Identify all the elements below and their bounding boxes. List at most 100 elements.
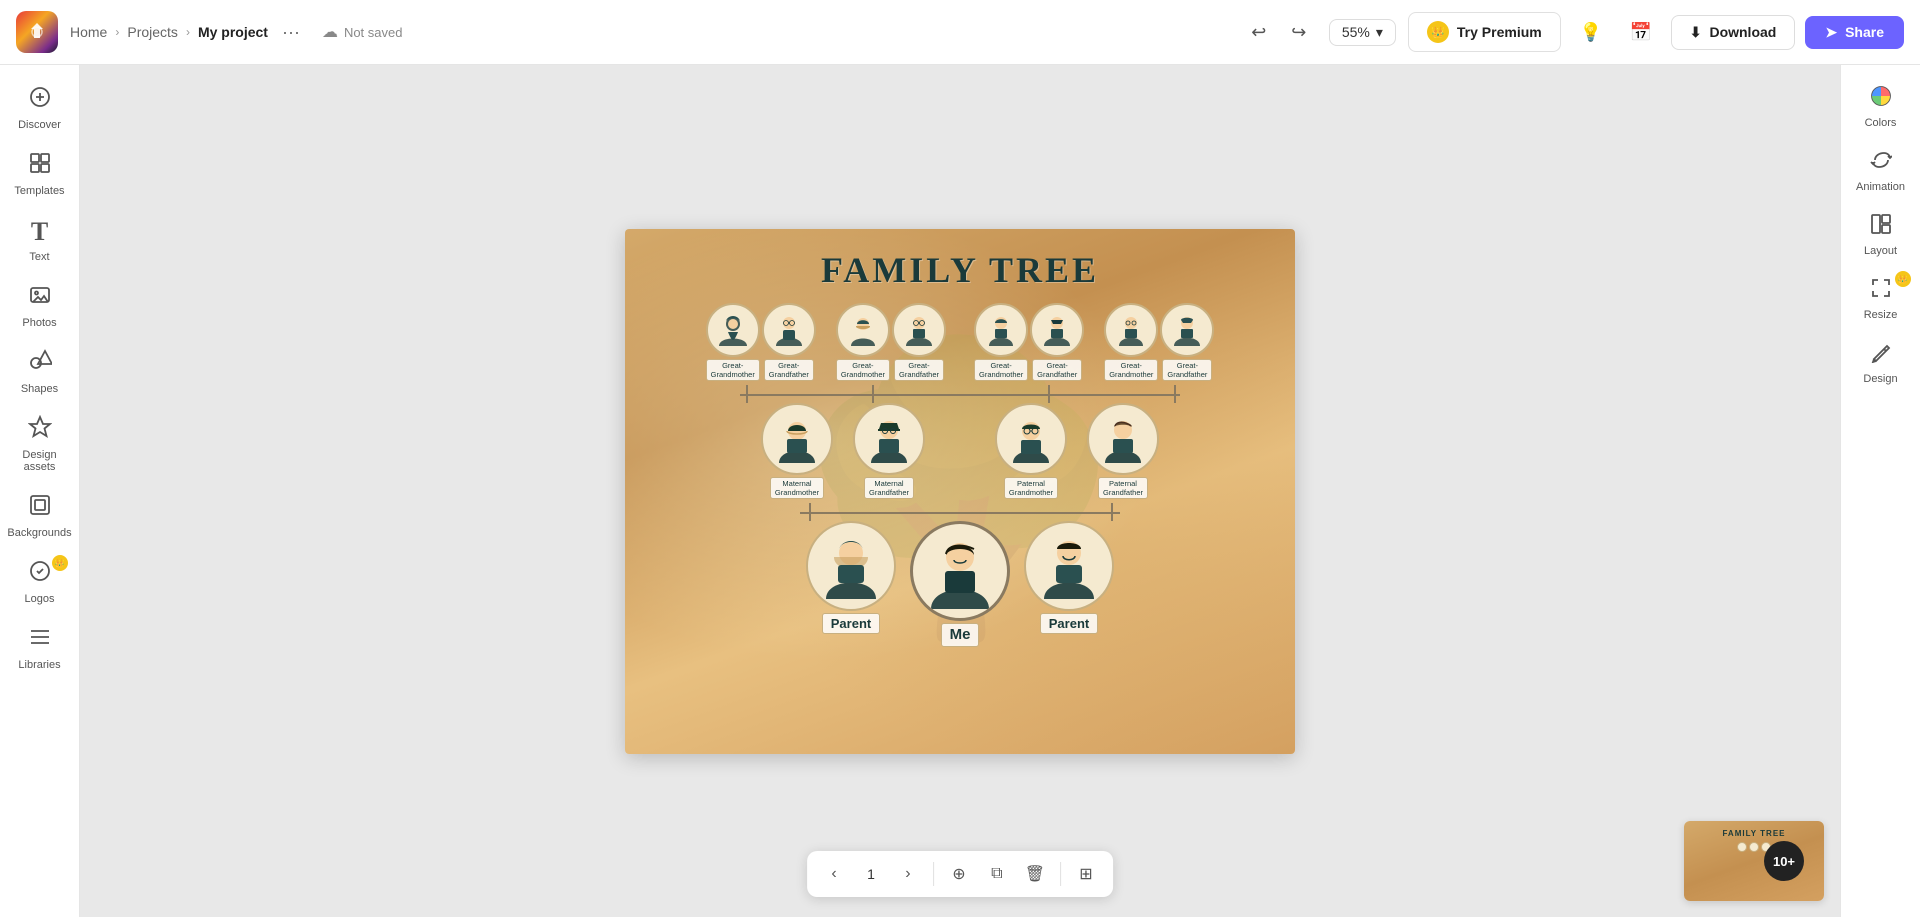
great-gf-2-circle: [892, 303, 946, 357]
next-page-button[interactable]: ›: [891, 857, 925, 891]
download-button[interactable]: ⬇ Download: [1671, 15, 1796, 50]
great-gm-3: Great-Grandmother: [974, 303, 1028, 381]
parent-right-label: Parent: [1040, 613, 1098, 635]
templates-icon: [28, 151, 52, 181]
maternal-gf-circle: [853, 403, 925, 475]
canvas-content[interactable]: 🌳 FAMILY TREE: [625, 229, 1295, 754]
great-gm-4-label: Great-Grandmother: [1104, 359, 1158, 381]
sidebar-item-logos[interactable]: 👑 Logos: [4, 551, 76, 613]
calendar-button[interactable]: 📅: [1621, 12, 1661, 52]
great-gm-1-circle: [706, 303, 760, 357]
sidebar-right-colors[interactable]: Colors: [1845, 77, 1917, 137]
sidebar-item-backgrounds[interactable]: Backgrounds: [4, 485, 76, 547]
cloud-icon: ☁: [322, 22, 338, 42]
add-page-button[interactable]: ⊕: [942, 857, 976, 891]
undo-button[interactable]: ↩: [1241, 14, 1277, 50]
zoom-chevron-icon: ▾: [1376, 24, 1383, 41]
great-gf-3-circle: [1030, 303, 1084, 357]
great-gf-3-label: Great-Grandfather: [1032, 359, 1082, 381]
delete-page-button[interactable]: 🗑: [1018, 857, 1052, 891]
breadcrumb-projects[interactable]: Projects: [127, 24, 178, 40]
more-options-button[interactable]: ···: [276, 20, 306, 45]
sidebar-right-resize[interactable]: 👑 Resize: [1845, 269, 1917, 329]
shapes-icon: [28, 349, 52, 379]
paternal-gm-circle: [995, 403, 1067, 475]
redo-button[interactable]: ↪: [1281, 14, 1317, 50]
design-assets-icon: [28, 415, 52, 445]
logos-label: Logos: [25, 593, 55, 605]
layout-label: Layout: [1864, 245, 1897, 257]
me-circle: [910, 521, 1010, 621]
page-toolbar: ‹ 1 › ⊕ ⧉ 🗑 ⊞: [807, 851, 1113, 897]
download-icon: ⬇: [1690, 24, 1702, 41]
libraries-icon: [28, 625, 52, 655]
backgrounds-icon: [28, 493, 52, 523]
animation-label: Animation: [1856, 181, 1905, 193]
sidebar-right-design[interactable]: Design: [1845, 333, 1917, 393]
logos-icon: [28, 559, 52, 589]
try-premium-button[interactable]: 👑 Try Premium: [1408, 12, 1561, 52]
layout-icon: [1870, 213, 1892, 241]
share-icon: ➤: [1825, 24, 1837, 41]
parent-left-label: Parent: [822, 613, 880, 635]
paternal-gf-circle: [1087, 403, 1159, 475]
app-logo[interactable]: [16, 11, 58, 53]
sidebar-right-layout[interactable]: Layout: [1845, 205, 1917, 265]
sidebar-item-text[interactable]: T Text: [4, 209, 76, 271]
me-person: Me: [910, 521, 1010, 647]
breadcrumb-home[interactable]: Home: [70, 24, 107, 40]
text-label: Text: [29, 251, 49, 263]
prev-page-button[interactable]: ‹: [817, 857, 851, 891]
zoom-control[interactable]: 55% ▾: [1329, 19, 1396, 46]
canvas-wrapper: 🌳 FAMILY TREE: [625, 229, 1295, 754]
topbar: Home › Projects › My project ··· ☁ Not s…: [0, 0, 1920, 65]
page-number: 1: [855, 866, 887, 882]
zoom-value: 55%: [1342, 24, 1370, 40]
great-gm-1-label: Great-Grandmother: [706, 359, 760, 381]
duplicate-page-button[interactable]: ⧉: [980, 857, 1014, 891]
great-gf-4-label: Great-Grandfather: [1162, 359, 1212, 381]
main-body: Discover Templates T Text: [0, 65, 1920, 917]
premium-badge: 👑: [1427, 21, 1449, 43]
sidebar-item-photos[interactable]: Photos: [4, 275, 76, 337]
maternal-gf-label: MaternalGrandfather: [864, 477, 914, 499]
topbar-right: 👑 Try Premium 💡 📅 ⬇ Download ➤ Share: [1408, 12, 1904, 52]
parent-left: Parent: [806, 521, 896, 647]
share-button[interactable]: ➤ Share: [1805, 16, 1904, 49]
grid-view-button[interactable]: ⊞: [1069, 857, 1103, 891]
lightbulb-button[interactable]: 💡: [1571, 12, 1611, 52]
great-gf-2-label: Great-Grandfather: [894, 359, 944, 381]
maternal-gm-label: MaternalGrandmother: [770, 477, 824, 499]
great-gf-3: Great-Grandfather: [1030, 303, 1084, 381]
canvas-area[interactable]: 🌳 FAMILY TREE: [80, 65, 1840, 917]
breadcrumb-sep2: ›: [186, 25, 190, 39]
maternal-grandfather: MaternalGrandfather: [853, 403, 925, 499]
sidebar-item-shapes[interactable]: Shapes: [4, 341, 76, 403]
great-gm-3-circle: [974, 303, 1028, 357]
great-gm-2: Great-Grandmother: [836, 303, 890, 381]
sidebar-item-design-assets[interactable]: Design assets: [4, 407, 76, 481]
maternal-grandmother: MaternalGrandmother: [761, 403, 833, 499]
sidebar-right: Colors Animation Layout: [1840, 65, 1920, 917]
parent-right-circle: [1024, 521, 1114, 611]
photos-icon: [28, 283, 52, 313]
great-gf-2: Great-Grandfather: [892, 303, 946, 381]
libraries-label: Libraries: [18, 659, 60, 671]
download-label: Download: [1709, 24, 1776, 40]
me-label: Me: [941, 623, 980, 647]
discover-label: Discover: [18, 119, 61, 131]
great-gf-4: Great-Grandfather: [1160, 303, 1214, 381]
resize-label: Resize: [1864, 309, 1898, 321]
animation-icon: [1870, 149, 1892, 177]
parent-right: Parent: [1024, 521, 1114, 647]
design-assets-label: Design assets: [8, 449, 72, 473]
templates-label: Templates: [14, 185, 64, 197]
sidebar-item-libraries[interactable]: Libraries: [4, 617, 76, 679]
resize-icon: [1870, 277, 1892, 305]
sidebar-item-discover[interactable]: Discover: [4, 77, 76, 139]
sidebar-right-animation[interactable]: Animation: [1845, 141, 1917, 201]
sidebar-item-templates[interactable]: Templates: [4, 143, 76, 205]
canvas-inner: FAMILY TREE: [625, 229, 1295, 754]
shapes-label: Shapes: [21, 383, 58, 395]
design-icon: [1870, 341, 1892, 369]
